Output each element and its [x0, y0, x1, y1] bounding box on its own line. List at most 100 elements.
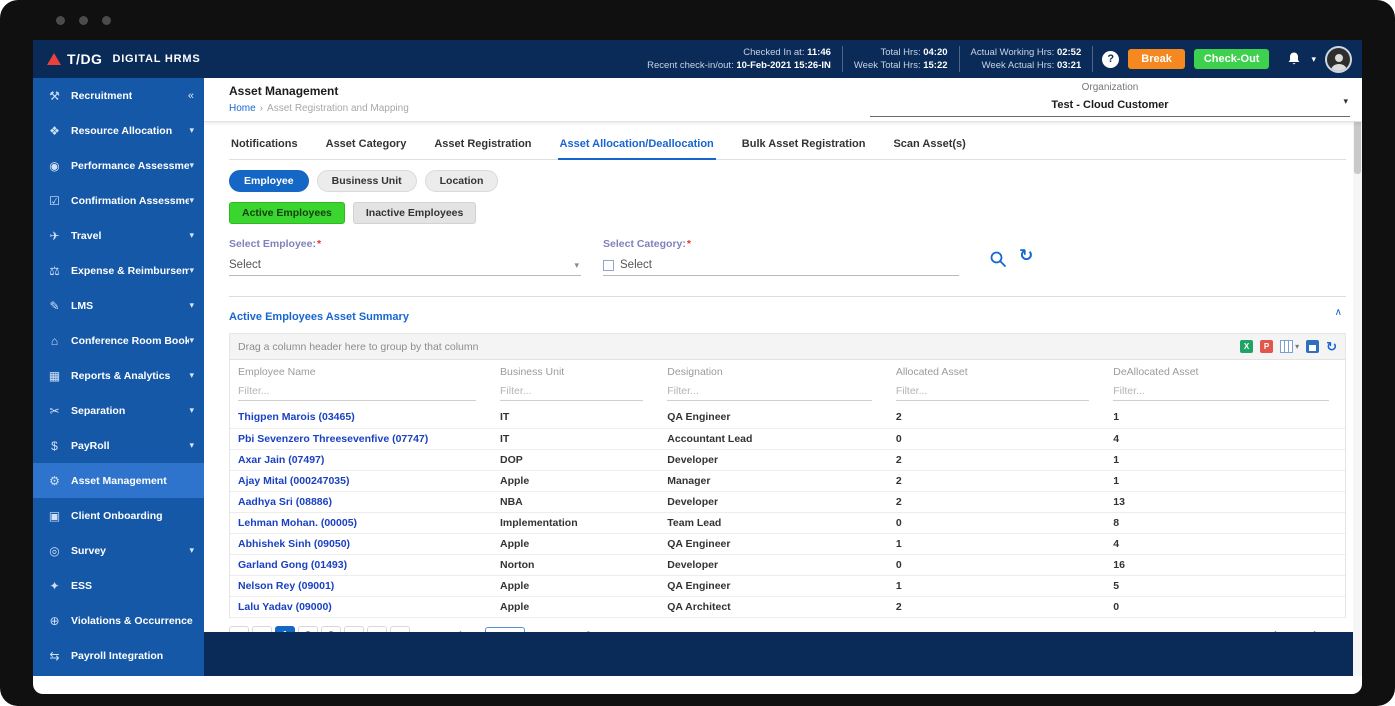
- employee-state-tabs: Active Employees Inactive Employees: [229, 202, 1346, 224]
- filter-input-employee-name[interactable]: Filter...: [238, 383, 477, 401]
- sidebar-item-payroll[interactable]: $ PayRoll ▾: [33, 428, 204, 463]
- chevron-down-icon[interactable]: ▾: [189, 265, 194, 276]
- chevron-down-icon[interactable]: ▾: [189, 440, 194, 451]
- filter-input-allocated-asset[interactable]: Filter...: [895, 383, 1090, 401]
- travel-icon: ✈: [49, 228, 60, 243]
- sidebar-item-ess[interactable]: ✦ ESS: [33, 568, 204, 603]
- save-layout-icon[interactable]: [1306, 340, 1320, 353]
- select-employee-label: Select Employee:*: [229, 238, 322, 250]
- filter-input-deallocated-asset[interactable]: Filter...: [1113, 383, 1329, 401]
- refresh-icon[interactable]: ↻: [1019, 246, 1033, 266]
- sidebar-item-reports-analytics[interactable]: ▦ Reports & Analytics ▾: [33, 358, 204, 393]
- checkout-button[interactable]: Check-Out: [1193, 49, 1270, 69]
- column-header-designation[interactable]: Designation: [659, 360, 888, 381]
- employee-name-link[interactable]: Nelson Rey (09001): [230, 575, 493, 597]
- subtab-business-unit[interactable]: Business Unit: [316, 170, 417, 192]
- employee-name-link[interactable]: Abhishek Sinh (09050): [230, 533, 493, 555]
- tab-asset-allocation-deallocation[interactable]: Asset Allocation/Deallocation: [557, 134, 716, 160]
- chevron-down-icon[interactable]: ▾: [189, 545, 194, 556]
- filter-active-employees[interactable]: Active Employees: [229, 202, 345, 224]
- sidebar-item-violations-occurrence[interactable]: ⊕ Violations & Occurrence: [33, 603, 204, 638]
- window-control-dot[interactable]: [102, 16, 111, 25]
- sidebar-item-expense-reimbursement[interactable]: ⚖ Expense & Reimbursement▾: [33, 253, 204, 288]
- sidebar-item-performance-assessment[interactable]: ◉ Performance Assessment ▾: [33, 148, 204, 183]
- column-chooser-icon[interactable]: ▾: [1280, 340, 1299, 353]
- sidebar-item-label: Separation: [71, 404, 126, 417]
- filter-input-business-unit[interactable]: Filter...: [500, 383, 644, 401]
- horizontal-scrollbar[interactable]: [33, 676, 1362, 694]
- summary-section-title[interactable]: Active Employees Asset Summary: [229, 311, 409, 323]
- column-header-deallocated-asset[interactable]: DeAllocated Asset: [1105, 360, 1345, 381]
- sidebar-item-recruitment[interactable]: ⚒ Recruitment «: [33, 78, 204, 113]
- sidebar-item-label: Travel: [71, 229, 102, 242]
- column-header-business-unit[interactable]: Business Unit: [492, 360, 659, 381]
- organization-select[interactable]: Organization Test - Cloud Customer ▾: [870, 82, 1350, 117]
- employee-name-link[interactable]: Thigpen Marois (03465): [230, 407, 493, 429]
- tab-asset-registration[interactable]: Asset Registration: [432, 134, 533, 159]
- user-avatar[interactable]: [1325, 45, 1352, 73]
- sidebar-item-lms[interactable]: ✎ LMS ▾: [33, 288, 204, 323]
- chevron-down-icon[interactable]: ▾: [189, 125, 194, 136]
- refresh-grid-icon[interactable]: ↻: [1326, 340, 1337, 353]
- tdg-logo-icon: [47, 53, 61, 65]
- tab-notifications[interactable]: Notifications: [229, 134, 300, 159]
- cell-allocated-asset: 0: [887, 512, 1106, 534]
- employee-name-link[interactable]: Pbi Sevenzero Threesevenfive (07747): [230, 428, 493, 450]
- sidebar-item-conference-room-booking[interactable]: ⌂ Conference Room Booking▾: [33, 323, 204, 358]
- chevron-down-icon[interactable]: ▾: [189, 195, 194, 206]
- chevron-down-icon[interactable]: ▾: [189, 160, 194, 171]
- tab-scan-asset-s[interactable]: Scan Asset(s): [891, 134, 967, 159]
- chevron-down-icon[interactable]: ▾: [189, 300, 194, 311]
- window-control-dot[interactable]: [56, 16, 65, 25]
- profile-caret-icon[interactable]: ▾: [1311, 54, 1316, 65]
- sidebar-item-survey[interactable]: ◎ Survey ▾: [33, 533, 204, 568]
- chevron-down-icon[interactable]: ▾: [189, 370, 194, 381]
- notification-bell-icon[interactable]: [1286, 51, 1302, 67]
- select-category-checkbox[interactable]: [603, 259, 614, 271]
- sidebar-item-client-onboarding[interactable]: ▣ Client Onboarding: [33, 498, 204, 533]
- sidebar-item-separation[interactable]: ✂ Separation ▾: [33, 393, 204, 428]
- asset-summary-table: Employee Name Business Unit Designation All…: [230, 360, 1345, 618]
- column-header-allocated-asset[interactable]: Allocated Asset: [888, 360, 1105, 381]
- column-header-employee-name[interactable]: Employee Name: [230, 360, 492, 381]
- chevron-down-icon[interactable]: ▾: [189, 335, 194, 346]
- select-employee-dropdown[interactable]: Select ▾: [229, 259, 581, 276]
- cell-deallocated-asset: 1: [1105, 407, 1345, 429]
- window-control-dot[interactable]: [79, 16, 88, 25]
- employee-name-link[interactable]: Lehman Mohan. (00005): [230, 512, 493, 534]
- confirmation-assessment-icon: ☑: [49, 193, 60, 208]
- subtab-location[interactable]: Location: [424, 170, 499, 192]
- employee-name-link[interactable]: Aadhya Sri (08886): [230, 491, 493, 513]
- breadcrumb-home-link[interactable]: Home: [229, 103, 256, 114]
- tab-asset-category[interactable]: Asset Category: [324, 134, 409, 159]
- filter-inactive-employees[interactable]: Inactive Employees: [352, 202, 477, 224]
- brand[interactable]: T/DG DIGITAL HRMS: [47, 51, 200, 67]
- cell-designation: Accountant Lead: [659, 428, 888, 450]
- chevron-down-icon[interactable]: ▾: [189, 405, 194, 416]
- employee-name-link[interactable]: Garland Gong (01493): [230, 554, 493, 576]
- violations-occurrence-icon: ⊕: [49, 613, 60, 628]
- employee-name-link[interactable]: Ajay Mital (000247035): [230, 470, 493, 492]
- help-icon[interactable]: ?: [1102, 50, 1120, 68]
- select-category-dropdown[interactable]: Select: [603, 259, 959, 276]
- tab-bulk-asset-registration[interactable]: Bulk Asset Registration: [740, 134, 868, 159]
- sidebar-item-resource-allocation[interactable]: ❖ Resource Allocation ▾: [33, 113, 204, 148]
- search-icon[interactable]: [989, 250, 1007, 268]
- chevron-down-icon[interactable]: ▾: [189, 230, 194, 241]
- sidebar-item-payroll-integration[interactable]: ⇆ Payroll Integration: [33, 638, 204, 673]
- collapse-section-icon[interactable]: ∧: [1335, 307, 1342, 318]
- vertical-scrollbar[interactable]: [1353, 78, 1362, 676]
- employee-name-link[interactable]: Lalu Yadav (09000): [230, 596, 493, 618]
- sidebar-collapse-icon[interactable]: «: [188, 90, 194, 102]
- employee-name-link[interactable]: Axar Jain (07497): [230, 449, 493, 471]
- filter-input-designation[interactable]: Filter...: [667, 383, 872, 401]
- sidebar-item-label: ESS: [71, 579, 93, 592]
- export-excel-icon[interactable]: X: [1240, 340, 1254, 353]
- break-button[interactable]: Break: [1128, 49, 1185, 69]
- sidebar-item-confirmation-assessment[interactable]: ☑ Confirmation Assessment ▾: [33, 183, 204, 218]
- sidebar-item-travel[interactable]: ✈ Travel ▾: [33, 218, 204, 253]
- sidebar-item-asset-management[interactable]: ⚙ Asset Management: [33, 463, 204, 498]
- subtab-employee[interactable]: Employee: [229, 170, 309, 192]
- export-pdf-icon[interactable]: P: [1260, 340, 1274, 353]
- grid-group-panel[interactable]: Drag a column header here to group by th…: [230, 334, 1345, 360]
